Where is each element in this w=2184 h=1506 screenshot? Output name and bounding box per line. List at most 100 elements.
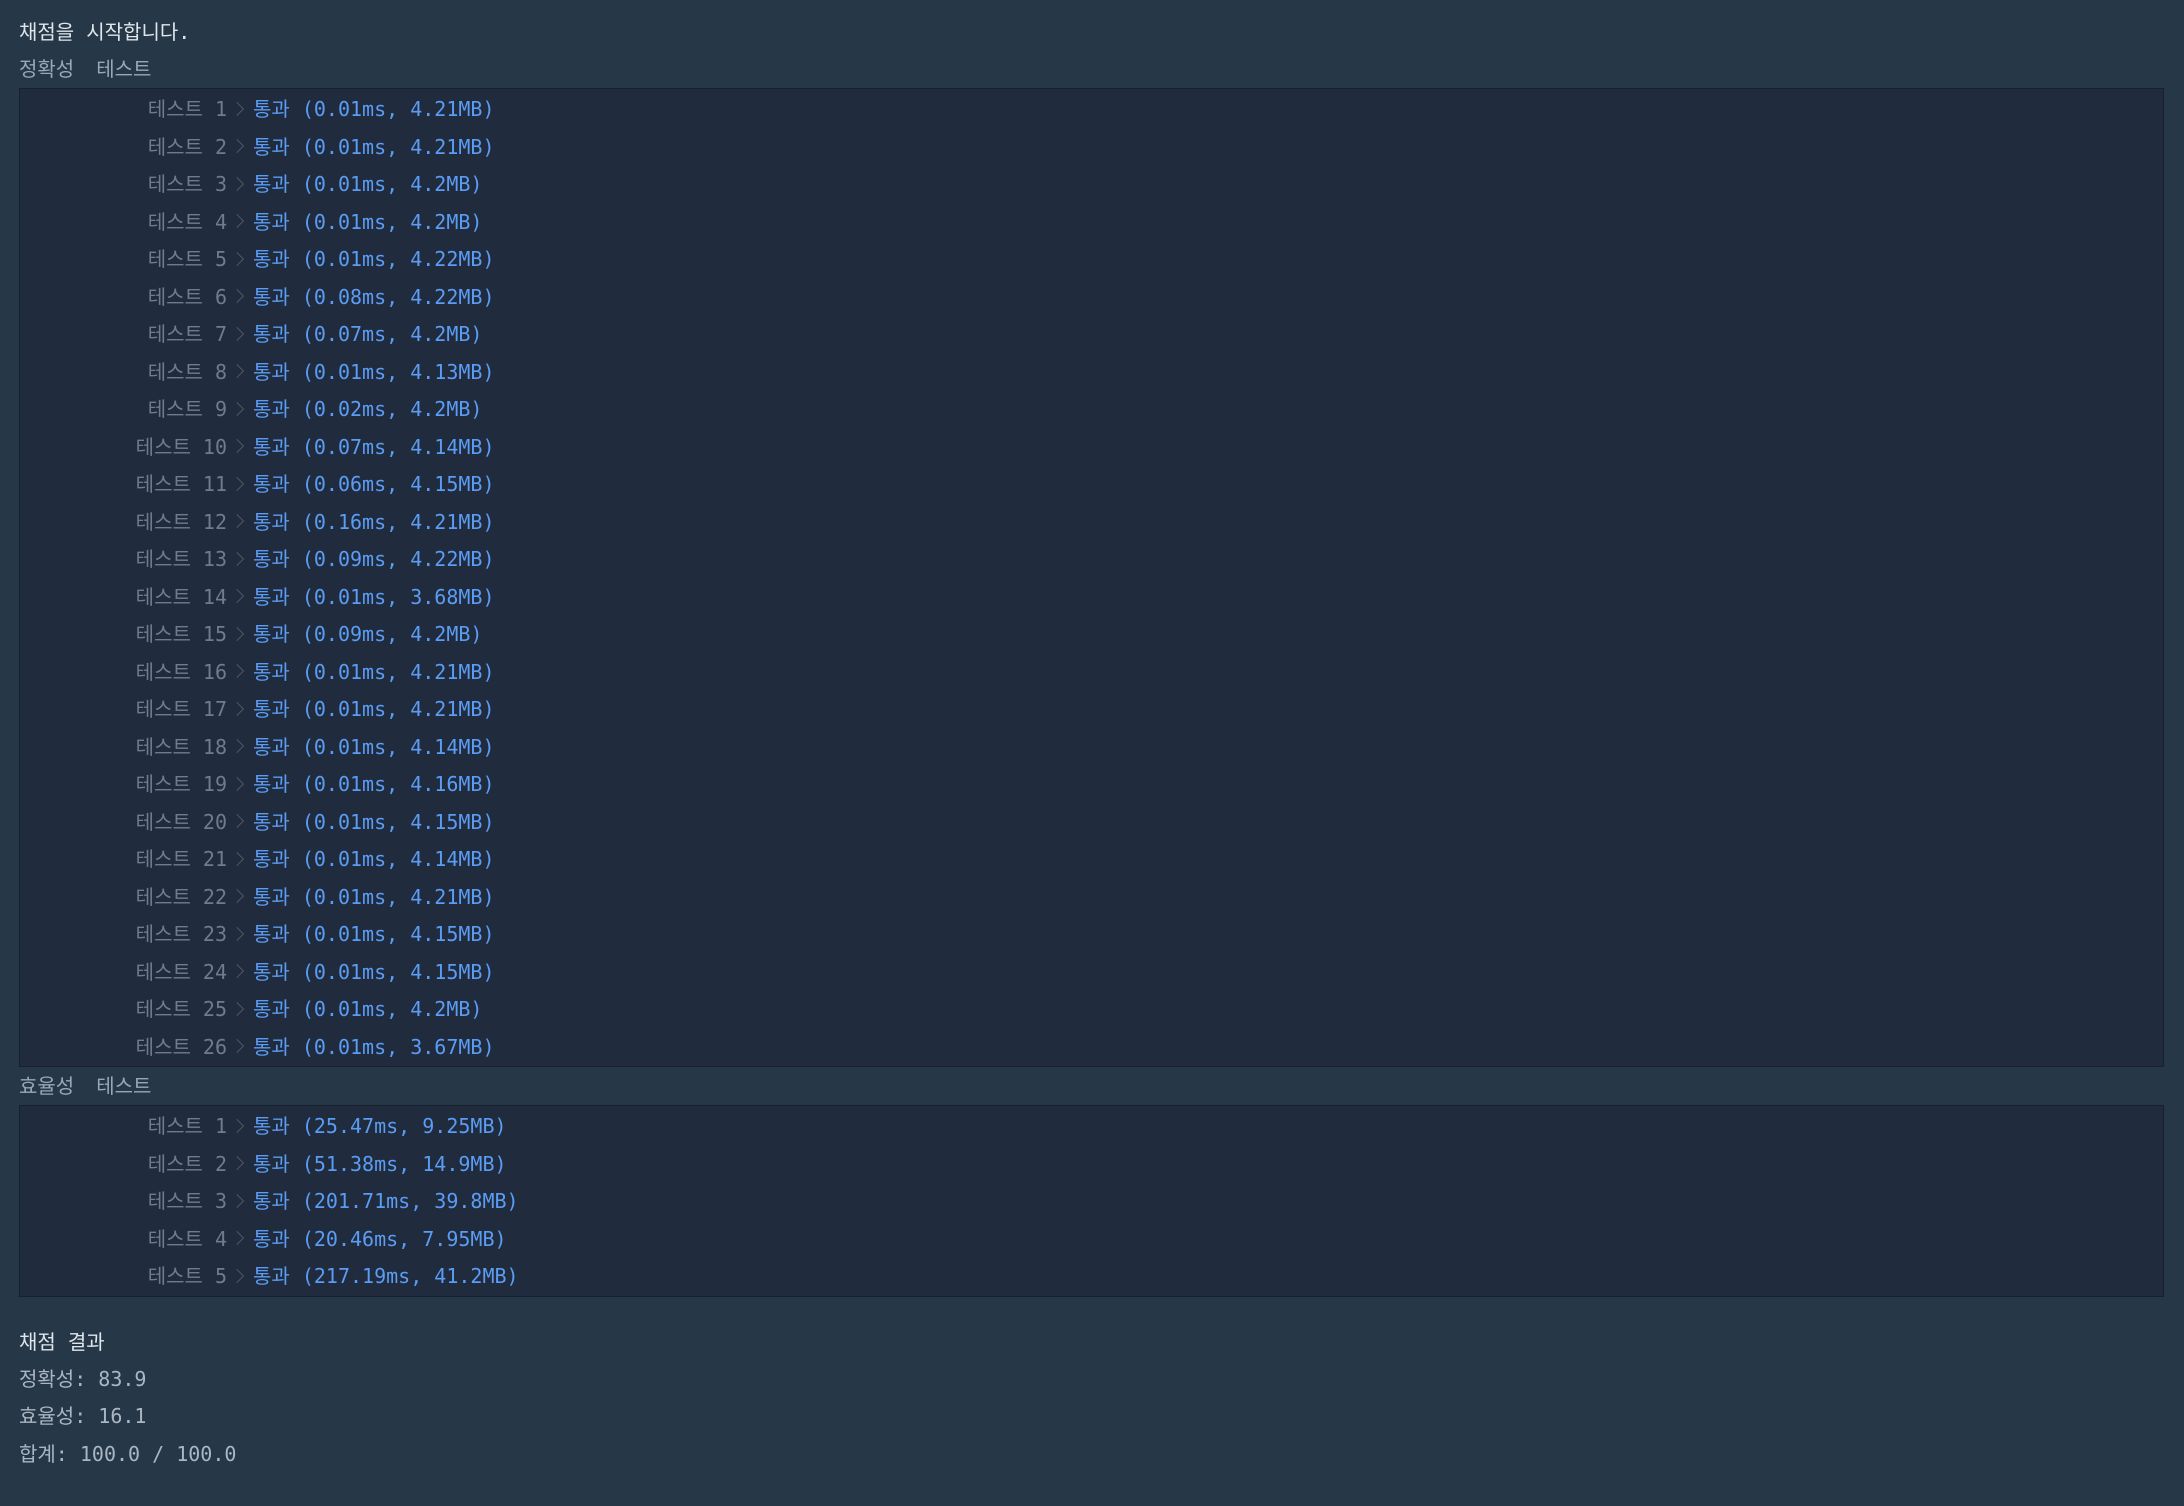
grading-summary: 채점 결과 정확성: 83.9 효율성: 16.1 합계: 100.0 / 10… [19, 1323, 2164, 1474]
test-result-status: 통과 (0.01ms, 4.2MB) [253, 997, 483, 1021]
test-result-row: 테스트 2 통과 (0.01ms, 4.21MB) [20, 129, 2163, 167]
test-result-row: 테스트 24 통과 (0.01ms, 4.15MB) [20, 954, 2163, 992]
chevron-right-icon [232, 889, 244, 905]
chevron-right-icon [232, 589, 244, 605]
chevron-right-icon [232, 664, 244, 680]
chevron-right-icon [232, 1231, 244, 1247]
test-label: 테스트 16 [135, 659, 227, 684]
chevron-right-icon [232, 214, 244, 230]
test-label: 테스트 15 [135, 622, 227, 646]
test-label: 테스트 19 [135, 772, 227, 796]
summary-total: 합계: 100.0 / 100.0 [19, 1441, 237, 1466]
summary-title: 채점 결과 [19, 1329, 105, 1354]
chevron-right-icon [232, 364, 244, 380]
test-result-status: 통과 (0.01ms, 4.2MB) [253, 209, 483, 234]
chevron-right-icon [232, 552, 244, 568]
chevron-right-icon [232, 327, 244, 343]
test-result-status: 통과 (0.01ms, 3.67MB) [253, 1034, 495, 1059]
chevron-right-icon [232, 477, 244, 493]
test-result-status: 통과 (20.46ms, 7.95MB) [253, 1226, 507, 1251]
test-result-status: 통과 (0.06ms, 4.15MB) [253, 472, 495, 496]
test-result-status: 통과 (0.07ms, 4.2MB) [253, 322, 483, 346]
test-result-row: 테스트 20 통과 (0.01ms, 4.15MB) [20, 804, 2163, 842]
test-result-row: 테스트 5 통과 (217.19ms, 41.2MB) [20, 1258, 2163, 1296]
test-result-row: 테스트 5 통과 (0.01ms, 4.22MB) [20, 241, 2163, 279]
test-label: 테스트 23 [135, 922, 227, 946]
test-label: 테스트 25 [135, 997, 227, 1021]
efficiency-results-panel: 테스트 1 통과 (25.47ms, 9.25MB) 테스트 2 통과 (51.38m… [19, 1105, 2164, 1297]
chevron-right-icon [232, 1002, 244, 1018]
test-result-row: 테스트 25 통과 (0.01ms, 4.2MB) [20, 991, 2163, 1029]
chevron-right-icon [232, 402, 244, 418]
test-result-row: 테스트 4 통과 (0.01ms, 4.2MB) [20, 204, 2163, 242]
test-label: 테스트 26 [135, 1034, 227, 1059]
test-result-status: 통과 (0.02ms, 4.2MB) [253, 397, 483, 421]
test-result-status: 통과 (0.01ms, 4.21MB) [253, 884, 495, 909]
test-result-row: 테스트 18 통과 (0.01ms, 4.14MB) [20, 729, 2163, 767]
grading-output: 채점을 시작합니다. 정확성 테스트 테스트 1 통과 (0.01ms, 4.21M… [19, 14, 2164, 1473]
test-label: 테스트 7 [147, 322, 227, 346]
test-result-status: 통과 (0.01ms, 4.15MB) [253, 922, 495, 946]
test-label: 테스트 9 [147, 397, 227, 421]
start-message: 채점을 시작합니다. [19, 20, 191, 44]
chevron-right-icon [232, 852, 244, 868]
test-result-status: 통과 (0.09ms, 4.22MB) [253, 547, 495, 571]
test-result-status: 통과 (51.38ms, 14.9MB) [253, 1151, 507, 1176]
chevron-right-icon [232, 1119, 244, 1135]
test-result-row: 테스트 8 통과 (0.01ms, 4.13MB) [20, 354, 2163, 392]
chevron-right-icon [232, 702, 244, 718]
chevron-right-icon [232, 627, 244, 643]
test-result-status: 통과 (0.01ms, 4.21MB) [253, 659, 495, 684]
chevron-right-icon [232, 1194, 244, 1210]
test-label: 테스트 14 [135, 584, 227, 609]
chevron-right-icon [232, 1039, 244, 1055]
test-result-status: 통과 (0.01ms, 4.16MB) [253, 772, 495, 796]
test-result-row: 테스트 15 통과 (0.09ms, 4.2MB) [20, 616, 2163, 654]
test-result-row: 테스트 19 통과 (0.01ms, 4.16MB) [20, 766, 2163, 804]
accuracy-header-test-label: 테스트 [96, 57, 152, 81]
test-result-row: 테스트 6 통과 (0.08ms, 4.22MB) [20, 279, 2163, 317]
chevron-right-icon [232, 177, 244, 193]
test-label: 테스트 2 [147, 1151, 227, 1176]
test-result-status: 통과 (0.09ms, 4.2MB) [253, 622, 483, 646]
test-result-status: 통과 (217.19ms, 41.2MB) [253, 1264, 519, 1288]
test-result-row: 테스트 22 통과 (0.01ms, 4.21MB) [20, 879, 2163, 917]
test-label: 테스트 21 [135, 847, 227, 871]
efficiency-section-header: 효율성 테스트 [19, 1067, 2164, 1105]
test-result-row: 테스트 4 통과 (20.46ms, 7.95MB) [20, 1221, 2163, 1259]
chevron-right-icon [232, 439, 244, 455]
chevron-right-icon [232, 964, 244, 980]
test-result-row: 테스트 2 통과 (51.38ms, 14.9MB) [20, 1146, 2163, 1184]
test-label: 테스트 4 [147, 1226, 227, 1251]
test-result-row: 테스트 3 통과 (0.01ms, 4.2MB) [20, 166, 2163, 204]
test-result-status: 통과 (0.01ms, 4.15MB) [253, 809, 495, 834]
chevron-right-icon [232, 102, 244, 118]
test-result-row: 테스트 1 통과 (25.47ms, 9.25MB) [20, 1108, 2163, 1146]
summary-accuracy: 정확성: 83.9 [19, 1366, 147, 1391]
test-result-status: 통과 (0.01ms, 4.21MB) [253, 97, 495, 121]
test-label: 테스트 6 [147, 284, 227, 309]
chevron-right-icon [232, 252, 244, 268]
accuracy-results-panel: 테스트 1 통과 (0.01ms, 4.21MB) 테스트 2 통과 (0.01ms,… [19, 88, 2164, 1067]
test-result-row: 테스트 9 통과 (0.02ms, 4.2MB) [20, 391, 2163, 429]
test-label: 테스트 4 [147, 209, 227, 234]
chevron-right-icon [232, 139, 244, 155]
test-result-row: 테스트 11 통과 (0.06ms, 4.15MB) [20, 466, 2163, 504]
test-label: 테스트 1 [147, 1114, 227, 1138]
test-result-status: 통과 (0.01ms, 4.14MB) [253, 847, 495, 871]
test-result-status: 통과 (0.01ms, 4.21MB) [253, 697, 495, 721]
test-result-row: 테스트 17 통과 (0.01ms, 4.21MB) [20, 691, 2163, 729]
test-result-row: 테스트 23 통과 (0.01ms, 4.15MB) [20, 916, 2163, 954]
test-result-status: 통과 (0.01ms, 4.22MB) [253, 247, 495, 271]
test-label: 테스트 8 [147, 359, 227, 384]
test-label: 테스트 3 [147, 1189, 227, 1213]
test-label: 테스트 22 [135, 884, 227, 909]
test-label: 테스트 24 [135, 959, 227, 984]
accuracy-header-label: 정확성 [19, 57, 75, 81]
test-result-row: 테스트 1 통과 (0.01ms, 4.21MB) [20, 91, 2163, 129]
test-label: 테스트 11 [135, 472, 227, 496]
test-label: 테스트 13 [135, 547, 227, 571]
test-result-status: 통과 (25.47ms, 9.25MB) [253, 1114, 507, 1138]
test-label: 테스트 3 [147, 172, 227, 196]
chevron-right-icon [232, 514, 244, 530]
